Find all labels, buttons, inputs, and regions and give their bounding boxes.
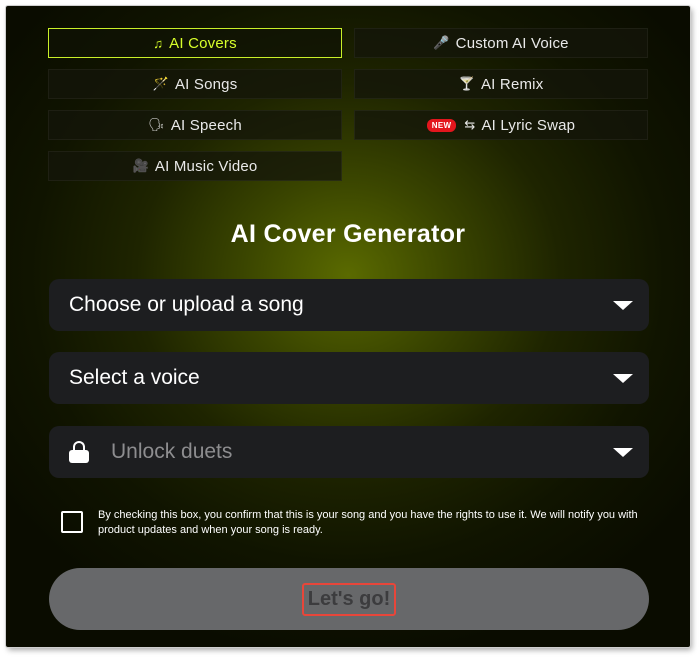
voice-select[interactable]: Select a voice <box>49 352 649 404</box>
chevron-down-icon <box>613 448 633 457</box>
tab-label: AI Speech <box>170 116 242 134</box>
song-select[interactable]: Choose or upload a song <box>49 279 649 331</box>
lets-go-label: Let's go! <box>301 582 397 616</box>
new-badge: NEW <box>426 118 457 132</box>
tab-label: AI Songs <box>174 75 238 93</box>
microphone-icon: 🎤 <box>433 35 450 50</box>
duets-select[interactable]: Unlock duets <box>49 426 649 478</box>
tab-ai-songs[interactable]: 🪄 AI Songs <box>48 69 342 99</box>
cocktail-icon: 🍸 <box>458 76 475 91</box>
tab-custom-ai-voice[interactable]: 🎤 Custom AI Voice <box>354 28 648 58</box>
chevron-down-icon <box>613 374 633 383</box>
duets-select-label: Unlock duets <box>111 440 233 463</box>
app-frame: ♫ AI Covers 🎤 Custom AI Voice 🪄 AI Songs… <box>6 6 690 647</box>
consent-row: By checking this box, you confirm that t… <box>61 508 661 538</box>
tab-label: Custom AI Voice <box>455 34 569 52</box>
music-note-icon: ♫ <box>153 35 164 51</box>
tab-label: AI Music Video <box>154 157 258 175</box>
lock-icon <box>69 441 89 463</box>
video-camera-icon: 🎥 <box>132 158 149 173</box>
tab-ai-lyric-swap[interactable]: NEW ⇆ AI Lyric Swap <box>354 110 648 140</box>
lets-go-button[interactable]: Let's go! <box>49 568 649 630</box>
tab-ai-remix[interactable]: 🍸 AI Remix <box>354 69 648 99</box>
speaking-head-icon: 🗣 <box>148 117 165 132</box>
song-select-label: Choose or upload a song <box>69 293 304 316</box>
consent-checkbox[interactable] <box>61 511 83 533</box>
tab-label: AI Remix <box>480 75 544 93</box>
tab-ai-speech[interactable]: 🗣 AI Speech <box>48 110 342 140</box>
voice-select-label: Select a voice <box>69 366 200 389</box>
chevron-down-icon <box>613 301 633 310</box>
tab-ai-covers[interactable]: ♫ AI Covers <box>48 28 342 58</box>
magic-wand-icon: 🪄 <box>152 76 169 91</box>
tab-label: AI Lyric Swap <box>481 116 576 134</box>
page-title: AI Cover Generator <box>230 220 466 248</box>
tab-label: AI Covers <box>169 34 237 52</box>
tab-ai-music-video[interactable]: 🎥 AI Music Video <box>48 151 342 181</box>
swap-arrows-icon: ⇆ <box>464 117 476 132</box>
consent-text: By checking this box, you confirm that t… <box>98 509 638 536</box>
